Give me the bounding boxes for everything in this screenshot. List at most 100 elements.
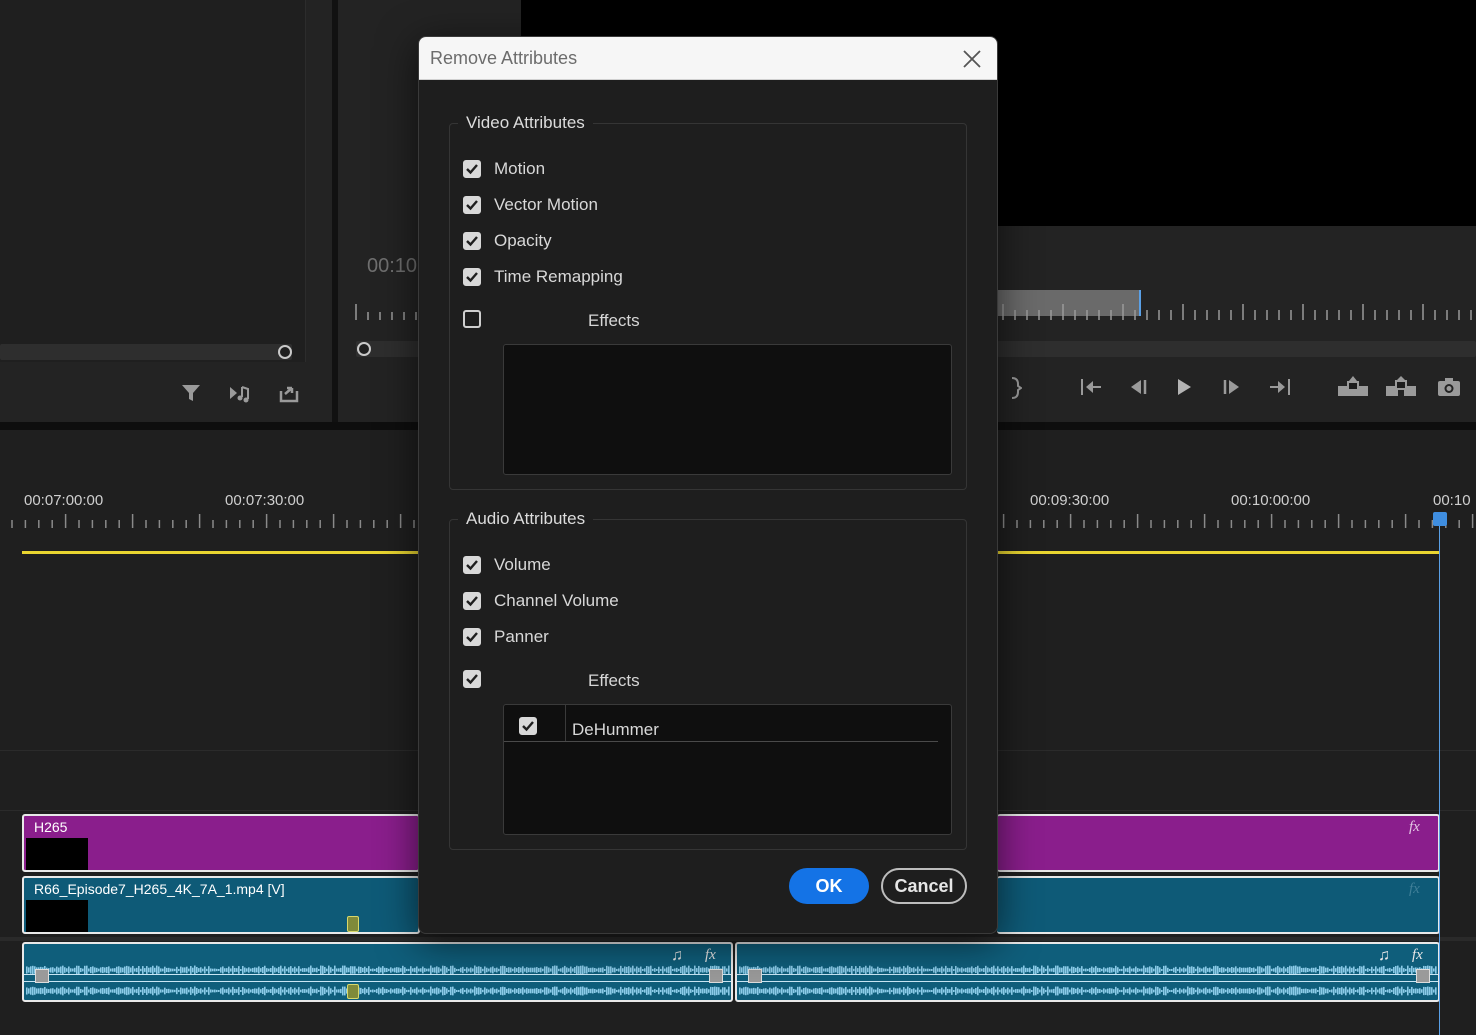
channel-baseline: [24, 981, 731, 982]
panner-checkbox[interactable]: [463, 628, 481, 646]
audio-effects-option[interactable]: [463, 667, 481, 691]
vector-motion-checkbox[interactable]: [463, 196, 481, 214]
go-to-in-icon[interactable]: [1079, 376, 1103, 403]
opacity-checkbox[interactable]: [463, 232, 481, 250]
wave-bottom: [1033, 986, 1035, 996]
volume-option[interactable]: Volume: [463, 553, 551, 577]
wave-bottom: [1089, 988, 1091, 994]
wave-bottom: [380, 988, 382, 994]
channel-volume-option[interactable]: Channel Volume: [463, 589, 619, 613]
work-area-bar-right[interactable]: [997, 551, 1440, 554]
insert-icon[interactable]: [228, 382, 252, 408]
keyframe-marker[interactable]: [347, 916, 359, 932]
cancel-button[interactable]: Cancel: [881, 868, 967, 904]
motion-option[interactable]: Motion: [463, 157, 545, 181]
wave-bottom: [1367, 989, 1369, 993]
wave-bottom: [726, 989, 728, 993]
wave-bottom: [985, 986, 987, 996]
keyframe-marker[interactable]: [347, 984, 359, 999]
fx-badge[interactable]: fx: [705, 947, 716, 964]
wave-bottom: [152, 986, 154, 996]
opacity-option[interactable]: Opacity: [463, 229, 552, 253]
project-panel-content: [0, 0, 306, 362]
wave-top: [1155, 965, 1157, 975]
fx-badge[interactable]: fx: [1409, 819, 1420, 836]
transition-handle[interactable]: [748, 969, 762, 983]
step-back-icon[interactable]: [1127, 376, 1149, 403]
lift-icon[interactable]: [1337, 376, 1369, 403]
wave-top: [148, 967, 150, 973]
wave-top: [298, 966, 300, 974]
video-effects-option[interactable]: [463, 307, 481, 331]
volume-checkbox[interactable]: [463, 556, 481, 574]
wave-bottom: [90, 987, 92, 995]
wave-top: [210, 968, 212, 972]
fx-badge[interactable]: fx: [1412, 947, 1423, 964]
source-timecode[interactable]: 00:10: [367, 255, 417, 278]
transition-handle[interactable]: [1416, 969, 1430, 983]
mark-out-icon[interactable]: [1010, 376, 1023, 403]
fx-badge[interactable]: fx: [1409, 881, 1420, 898]
wave-bottom: [718, 987, 720, 995]
vector-motion-option[interactable]: Vector Motion: [463, 193, 598, 217]
extract-icon[interactable]: [1385, 376, 1417, 403]
transition-handle[interactable]: [709, 969, 723, 983]
wave-top: [1223, 967, 1225, 973]
music-note-icon: ♫: [671, 947, 683, 964]
wave-bottom: [1373, 989, 1375, 993]
wave-bottom: [262, 987, 264, 995]
v1-clip[interactable]: R66_Episode7_H265_4K_7A_1.mp4 [V]: [22, 876, 420, 934]
wave-top: [743, 966, 745, 974]
ok-button[interactable]: OK: [789, 868, 869, 904]
wave-top: [172, 968, 174, 972]
step-forward-icon[interactable]: [1221, 376, 1243, 403]
wave-bottom: [1109, 988, 1111, 994]
wave-bottom: [312, 988, 314, 994]
channel-volume-label: Channel Volume: [494, 591, 619, 610]
wave-bottom: [1391, 989, 1393, 993]
wave-top: [1013, 968, 1015, 972]
audio-effects-checkbox[interactable]: [463, 670, 481, 688]
panner-option[interactable]: Panner: [463, 625, 549, 649]
wave-top: [332, 968, 334, 972]
v2-clip-right[interactable]: fx: [997, 814, 1440, 872]
filter-icon[interactable]: [180, 382, 202, 408]
wave-top: [222, 966, 224, 974]
project-scrollbar[interactable]: [0, 344, 292, 360]
go-to-out-icon[interactable]: [1268, 376, 1294, 403]
wave-bottom: [1355, 989, 1357, 993]
play-icon[interactable]: [1174, 376, 1194, 403]
work-area-bar[interactable]: [22, 551, 420, 554]
wave-bottom: [60, 987, 62, 995]
wave-top: [1053, 967, 1055, 973]
source-zoom-handle[interactable]: [357, 342, 371, 356]
wave-bottom: [1205, 987, 1207, 995]
audio-effects-list[interactable]: DeHummer: [503, 704, 952, 835]
scroll-handle[interactable]: [278, 345, 292, 359]
export-frame-icon[interactable]: [1437, 377, 1461, 402]
wave-bottom: [92, 987, 94, 995]
time-remapping-checkbox[interactable]: [463, 268, 481, 286]
transition-handle[interactable]: [35, 969, 49, 983]
dialog-titlebar[interactable]: Remove Attributes: [419, 37, 997, 80]
a1-clip-1[interactable]: ♫ fx: [22, 942, 733, 1002]
dehummer-checkbox[interactable]: [519, 717, 537, 735]
wave-top: [1193, 966, 1195, 974]
v2-clip[interactable]: H265: [22, 814, 420, 872]
playhead-handle[interactable]: [1433, 512, 1447, 526]
export-icon[interactable]: [278, 382, 300, 408]
program-zoom-bar[interactable]: [997, 341, 1476, 357]
a1-clip-2[interactable]: ♫ fx: [735, 942, 1440, 1002]
wave-bottom: [504, 987, 506, 995]
close-icon[interactable]: [959, 46, 985, 72]
video-effects-checkbox[interactable]: [463, 310, 481, 328]
v1-clip-right[interactable]: fx: [997, 876, 1440, 934]
playhead-line[interactable]: [1439, 517, 1440, 1035]
wave-bottom: [252, 988, 254, 994]
motion-checkbox[interactable]: [463, 160, 481, 178]
video-effects-list[interactable]: [503, 344, 952, 475]
channel-volume-checkbox[interactable]: [463, 592, 481, 610]
program-ruler[interactable]: [997, 300, 1476, 322]
wave-top: [1029, 967, 1031, 973]
time-remapping-option[interactable]: Time Remapping: [463, 265, 623, 289]
